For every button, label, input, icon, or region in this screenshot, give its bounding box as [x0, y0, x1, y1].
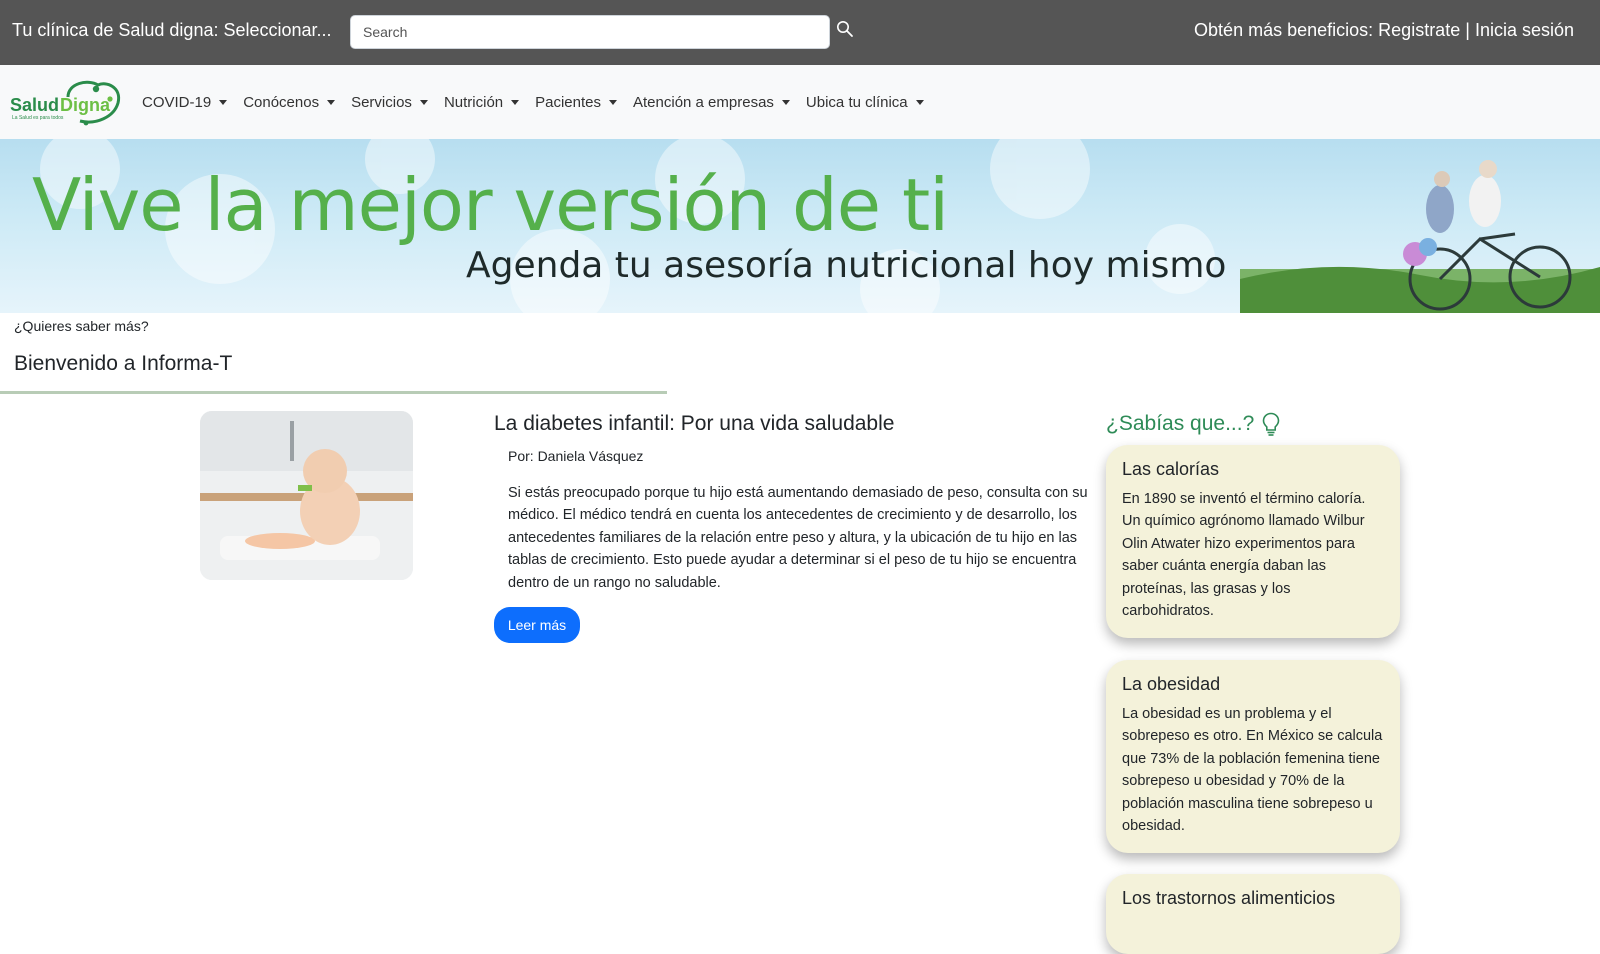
- auth-separator: |: [1465, 20, 1470, 40]
- banner-photo-cyclists: [1240, 139, 1600, 313]
- auth-prefix: Obtén más beneficios:: [1194, 20, 1374, 40]
- nav-item-conocenos[interactable]: Conócenos: [243, 93, 336, 111]
- nav-item-ubica-clinica[interactable]: Ubica tu clínica: [806, 94, 924, 111]
- svg-text:Salud: Salud: [10, 95, 59, 115]
- nav-menu: COVID-19 Conócenos Servicios Nutrición P…: [142, 65, 940, 139]
- want-more-text: ¿Quieres saber más?: [14, 318, 149, 334]
- fact-card-text: La obesidad es un problema y el sobrepes…: [1122, 706, 1383, 835]
- nav-item-label: Pacientes: [535, 93, 601, 111]
- svg-text:Digna: Digna: [60, 95, 111, 115]
- read-more-button[interactable]: Leer más: [494, 607, 580, 643]
- banner-subtitle: Agenda tu asesoría nutricional hoy mismo: [466, 245, 1227, 286]
- fact-card-title: La obesidad: [1122, 674, 1221, 694]
- caret-down-icon: [327, 99, 336, 105]
- search-input[interactable]: [350, 15, 830, 49]
- svg-text:La Salud es para todos: La Salud es para todos: [12, 115, 64, 121]
- salud-digna-logo[interactable]: Salud Digna La Salud es para todos: [10, 77, 122, 127]
- nav-item-pacientes[interactable]: Pacientes: [535, 94, 617, 111]
- register-link[interactable]: Registrate: [1378, 20, 1460, 40]
- fact-card: Las calorías En 1890 se inventó el térmi…: [1106, 445, 1400, 639]
- article-summary: Si estás preocupado porque tu hijo está …: [508, 485, 1088, 591]
- auth-links: Obtén más beneficios: Registrate | Inici…: [1194, 20, 1574, 41]
- search-icon[interactable]: [836, 20, 854, 38]
- fact-card: La obesidad La obesidad es un problema y…: [1106, 660, 1400, 854]
- fact-card: Los trastornos alimenticios: [1106, 874, 1400, 954]
- nav-item-label: COVID-19: [142, 93, 212, 111]
- article-author: Por: Daniela Vásquez: [508, 448, 644, 464]
- caret-down-icon: [781, 99, 790, 105]
- nav-item-label: Atención a empresas: [633, 93, 774, 111]
- lightbulb-icon: [1262, 412, 1280, 436]
- nav-item-label: Conócenos: [243, 93, 320, 111]
- nav-item-label: Servicios: [351, 93, 412, 111]
- caret-down-icon: [609, 99, 617, 105]
- did-you-know-title: ¿Sabías que...?: [1106, 412, 1255, 435]
- did-you-know-heading: ¿Sabías que...?: [1106, 412, 1280, 436]
- nav-item-atencion-empresas[interactable]: Atención a empresas: [633, 94, 790, 111]
- nav-item-label: Nutrición: [443, 93, 504, 111]
- caret-down-icon: [219, 99, 228, 105]
- fact-card-text: En 1890 se inventó el término caloría. U…: [1122, 491, 1366, 620]
- fact-card-title: Los trastornos alimenticios: [1122, 888, 1336, 908]
- banner-title: Vive la mejor versión de ti: [32, 163, 949, 247]
- caret-down-icon: [915, 99, 924, 105]
- main-navbar: Salud Digna La Salud es para todos COVID…: [0, 65, 1600, 139]
- caret-down-icon: [511, 99, 520, 105]
- article-image-baby[interactable]: [200, 411, 413, 580]
- nav-item-covid[interactable]: COVID-19: [142, 93, 228, 111]
- nav-item-servicios[interactable]: Servicios: [351, 94, 428, 111]
- nav-item-label: Ubica tu clínica: [805, 93, 908, 111]
- heading-divider: [0, 391, 667, 394]
- login-link[interactable]: Inicia sesión: [1475, 20, 1574, 40]
- fact-card-title: Las calorías: [1122, 459, 1220, 479]
- page-heading: Bienvenido a Informa-T: [14, 352, 233, 375]
- article-title[interactable]: La diabetes infantil: Por una vida salud…: [494, 412, 894, 436]
- caret-down-icon: [419, 99, 428, 105]
- top-bar: Tu clínica de Salud digna: Seleccionar..…: [0, 0, 1600, 65]
- clinic-selector[interactable]: Tu clínica de Salud digna: Seleccionar..…: [12, 20, 332, 41]
- hero-banner[interactable]: Vive la mejor versión de ti Agenda tu as…: [0, 139, 1600, 313]
- nav-item-nutricion[interactable]: Nutrición: [443, 93, 520, 111]
